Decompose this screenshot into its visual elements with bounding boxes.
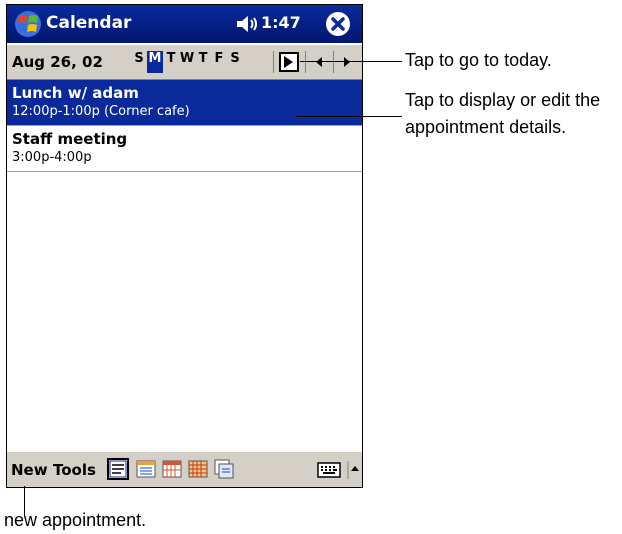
tools-menu[interactable]: Tools [53,461,96,479]
appointment-item[interactable]: Staff meeting 3:00p-4:00p [7,126,362,172]
callout-line-details [296,116,402,117]
year-view-icon[interactable] [213,458,235,480]
appointment-detail: 12:00p-1:00p (Corner cafe) [12,104,190,119]
divider [333,51,334,73]
appointment-title: Lunch w/ adam [12,84,139,102]
weekday-selector: S M T W T F S [131,51,243,73]
clock[interactable]: 1:47 [261,13,301,32]
callout-today: Tap to go to today. [405,50,552,70]
month-view-icon[interactable] [187,458,209,480]
weekday-thursday[interactable]: T [195,51,211,73]
week-view-icon[interactable] [161,458,183,480]
appointment-list: Lunch w/ adam 12:00p-1:00p (Corner cafe)… [7,80,362,172]
callout-details-line1: Tap to display or edit the [405,90,601,110]
divider [273,51,274,73]
appointment-detail: 3:00p-4:00p [12,150,92,165]
new-menu[interactable]: New [11,461,48,479]
title-bar: Calendar 1:47 [7,5,362,43]
weekday-tuesday[interactable]: T [163,51,179,73]
weekday-sunday[interactable]: S [131,51,147,73]
appointment-title: Staff meeting [12,130,128,148]
weekday-monday[interactable]: M [147,51,163,73]
input-arrow-icon[interactable] [347,460,359,480]
go-to-today-icon[interactable] [279,52,299,72]
day-view-icon[interactable] [135,458,157,480]
next-icon[interactable] [340,54,354,70]
app-title: Calendar [46,13,132,33]
weekday-friday[interactable]: F [211,51,227,73]
volume-icon[interactable] [235,15,259,33]
command-bar: New Tools [7,451,362,487]
device-screen: Calendar 1:47 Aug 26, 02 S M T W T F S L… [6,4,363,488]
start-icon[interactable] [13,10,43,38]
callout-line-today [300,61,402,62]
divider [305,51,306,73]
appointment-item[interactable]: Lunch w/ adam 12:00p-1:00p (Corner cafe) [7,80,362,126]
current-date[interactable]: Aug 26, 02 [12,53,103,71]
date-bar: Aug 26, 02 S M T W T F S [7,45,362,80]
callout-new: new appointment. [4,510,147,530]
callout-details-line2: appointment details. [405,117,567,137]
agenda-view-icon[interactable] [107,458,129,480]
prev-icon[interactable] [312,54,326,70]
weekday-saturday[interactable]: S [227,51,243,73]
keyboard-icon[interactable] [317,460,341,480]
close-icon[interactable] [325,11,351,37]
weekday-wednesday[interactable]: W [179,51,195,73]
